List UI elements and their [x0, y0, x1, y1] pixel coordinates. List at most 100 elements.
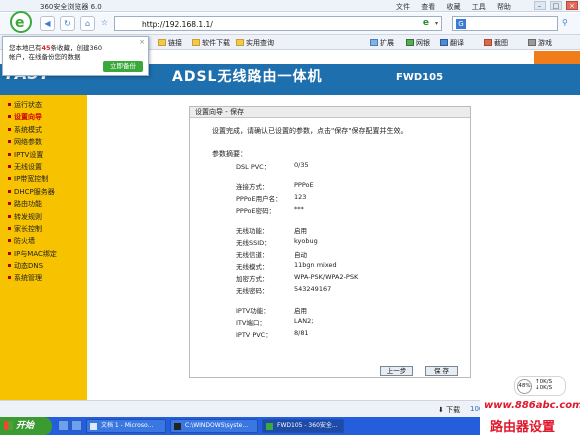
sidebar-item-label[interactable]: 防火墙	[14, 237, 35, 245]
address-dropdown-icon[interactable]: ▾	[435, 20, 438, 27]
quicklaunch-desktop-icon[interactable]	[71, 420, 82, 431]
home-icon[interactable]: ⌂	[80, 16, 95, 31]
router-menu: 运行状态设置向导系统模式网络参数 IPTV设置 无线设置 IP带宽控制 DHCP服务器路…	[0, 95, 87, 285]
sidebar-item[interactable]: 运行状态	[8, 99, 87, 111]
sidebar-item-label[interactable]: 家长控制	[14, 225, 42, 233]
task-browser[interactable]: FWD105 - 360安全...	[262, 419, 344, 433]
panel-intro: 设置完成，请确认已设置的参数，点击"保存"保存配置并生效。	[212, 127, 408, 135]
sidebar-item[interactable]: 防火墙	[8, 235, 87, 247]
popup-close-icon[interactable]: ×	[139, 38, 145, 46]
ext-screenshot[interactable]: 截图	[484, 38, 508, 48]
search-icon[interactable]: ⚲	[562, 18, 568, 27]
sidebar-item-label[interactable]: IP带宽控制	[14, 175, 48, 183]
sidebar-item[interactable]: DHCP服务器	[8, 186, 87, 198]
menu-favorites[interactable]: 收藏	[446, 3, 460, 11]
fav-query[interactable]: 实用查询	[236, 38, 274, 48]
router-title: ADSL无线路由一体机	[172, 69, 323, 85]
ext-translate[interactable]: 翻译	[440, 38, 464, 48]
summary-row-value: 启用	[294, 227, 307, 235]
menu-file[interactable]: 文件	[396, 3, 410, 11]
summary-row-value: ***	[294, 205, 304, 213]
summary-row-value: 8/81	[294, 329, 309, 337]
sidebar-item-label[interactable]: 设置向导	[14, 113, 42, 121]
search-engine-icon[interactable]: G	[456, 19, 466, 29]
sidebar-item-label[interactable]: DHCP服务器	[14, 188, 55, 196]
sidebar-item-label[interactable]: 系统模式	[14, 126, 42, 134]
menu-help[interactable]: 帮助	[497, 3, 511, 11]
ext-extensions[interactable]: 扩展	[370, 38, 394, 48]
bullet-icon	[8, 140, 11, 144]
task-word[interactable]: 文档 1 - Microso...	[86, 419, 166, 433]
summary-row-value: kyobug	[294, 237, 318, 245]
refresh-icon[interactable]: ↻	[60, 16, 75, 31]
back-icon[interactable]: ◀	[40, 16, 55, 31]
bullet-icon	[8, 251, 11, 255]
address-bar[interactable]: http://192.168.1.1/ e ▾	[114, 16, 442, 31]
folder-icon	[192, 39, 200, 46]
sidebar-item-label[interactable]: 动态DNS	[14, 262, 43, 270]
sidebar-item-label[interactable]: 系统管理	[14, 274, 42, 282]
start-button[interactable]: 开始	[0, 417, 52, 435]
minimize-button[interactable]: –	[533, 1, 546, 10]
bullet-icon	[8, 164, 11, 168]
menu-tools[interactable]: 工具	[472, 3, 486, 11]
summary-row-value: 自动	[294, 251, 307, 259]
wizard-save-panel: 设置向导 - 保存 设置完成，请确认已设置的参数，点击"保存"保存配置并生效。 …	[189, 106, 471, 378]
summary-row-label: 无线信道：	[236, 251, 269, 259]
save-button[interactable]: 保 存	[425, 366, 458, 376]
sidebar-item-label[interactable]: 转发规则	[14, 213, 42, 221]
sidebar-item[interactable]: IPTV设置	[8, 149, 87, 161]
favorites-count: 45	[41, 44, 51, 52]
router-sidebar: 运行状态设置向导系统模式网络参数 IPTV设置 无线设置 IP带宽控制 DHCP服务器路…	[0, 95, 87, 400]
bullet-icon	[8, 226, 11, 230]
ie-mode-icon[interactable]: e	[423, 18, 429, 28]
summary-row: 无线密码： 543249167	[236, 285, 331, 295]
fav-software[interactable]: 软件下载	[192, 38, 230, 48]
sidebar-item-label[interactable]: IPTV设置	[14, 151, 43, 159]
sidebar-item-label[interactable]: 路由功能	[14, 200, 42, 208]
sidebar-item-label[interactable]: 运行状态	[14, 101, 42, 109]
sidebar-item[interactable]: 系统管理	[8, 272, 87, 284]
summary-row-label: 加密方式：	[236, 275, 269, 283]
sidebar-item[interactable]: 设置向导	[8, 111, 87, 123]
summary-row-label: PPPoE用户名：	[236, 195, 282, 203]
backup-now-button[interactable]: 立即备份	[103, 61, 143, 72]
maximize-button[interactable]: □	[549, 1, 562, 10]
sidebar-item[interactable]: 路由功能	[8, 198, 87, 210]
sidebar-item[interactable]: IP与MAC绑定	[8, 248, 87, 260]
sidebar-item-label[interactable]: 网络参数	[14, 138, 42, 146]
bullet-icon	[8, 276, 11, 280]
ext-bank[interactable]: 网银	[406, 38, 430, 48]
fav-links[interactable]: 链接	[158, 38, 182, 48]
search-box[interactable]: G	[452, 16, 558, 31]
download-button[interactable]: ⬇ 下载	[438, 405, 460, 415]
address-input[interactable]: http://192.168.1.1/	[142, 20, 213, 29]
summary-row: IPTV功能： 启用	[236, 305, 307, 315]
sidebar-item-label[interactable]: IP与MAC绑定	[14, 250, 57, 258]
summary-row-value: PPPoE	[294, 181, 314, 189]
favorite-star-icon[interactable]: ☆	[97, 16, 112, 31]
folder-icon	[158, 39, 166, 46]
prev-step-button[interactable]: 上一步	[380, 366, 413, 376]
sidebar-item[interactable]: 无线设置	[8, 161, 87, 173]
task-cmd[interactable]: C:\WINDOWS\syste...	[170, 419, 258, 433]
bullet-icon	[8, 127, 11, 131]
watermark-url: www.886abc.com	[484, 400, 580, 411]
menu-view[interactable]: 查看	[421, 3, 435, 11]
sidebar-item[interactable]: 动态DNS	[8, 260, 87, 272]
quicklaunch-browser-icon[interactable]	[58, 420, 69, 431]
360-browser-logo-icon[interactable]: e	[10, 9, 32, 33]
watermark: www.886abc.com 路由器设置	[480, 398, 580, 435]
summary-row-value: 123	[294, 193, 307, 201]
close-window-button[interactable]: ×	[566, 1, 578, 10]
extension-icon	[370, 39, 378, 46]
sidebar-item[interactable]: 家长控制	[8, 223, 87, 235]
sidebar-item-label[interactable]: 无线设置	[14, 163, 42, 171]
network-speed-widget[interactable]: 48% ↑0K/S ↓0K/S	[514, 376, 566, 396]
sidebar-item[interactable]: 网络参数	[8, 136, 87, 148]
summary-row-label: 连接方式：	[236, 183, 269, 191]
sidebar-item[interactable]: 转发规则	[8, 211, 87, 223]
sidebar-item[interactable]: IP带宽控制	[8, 173, 87, 185]
sidebar-item[interactable]: 系统模式	[8, 124, 87, 136]
ext-games[interactable]: 游戏	[528, 38, 552, 48]
